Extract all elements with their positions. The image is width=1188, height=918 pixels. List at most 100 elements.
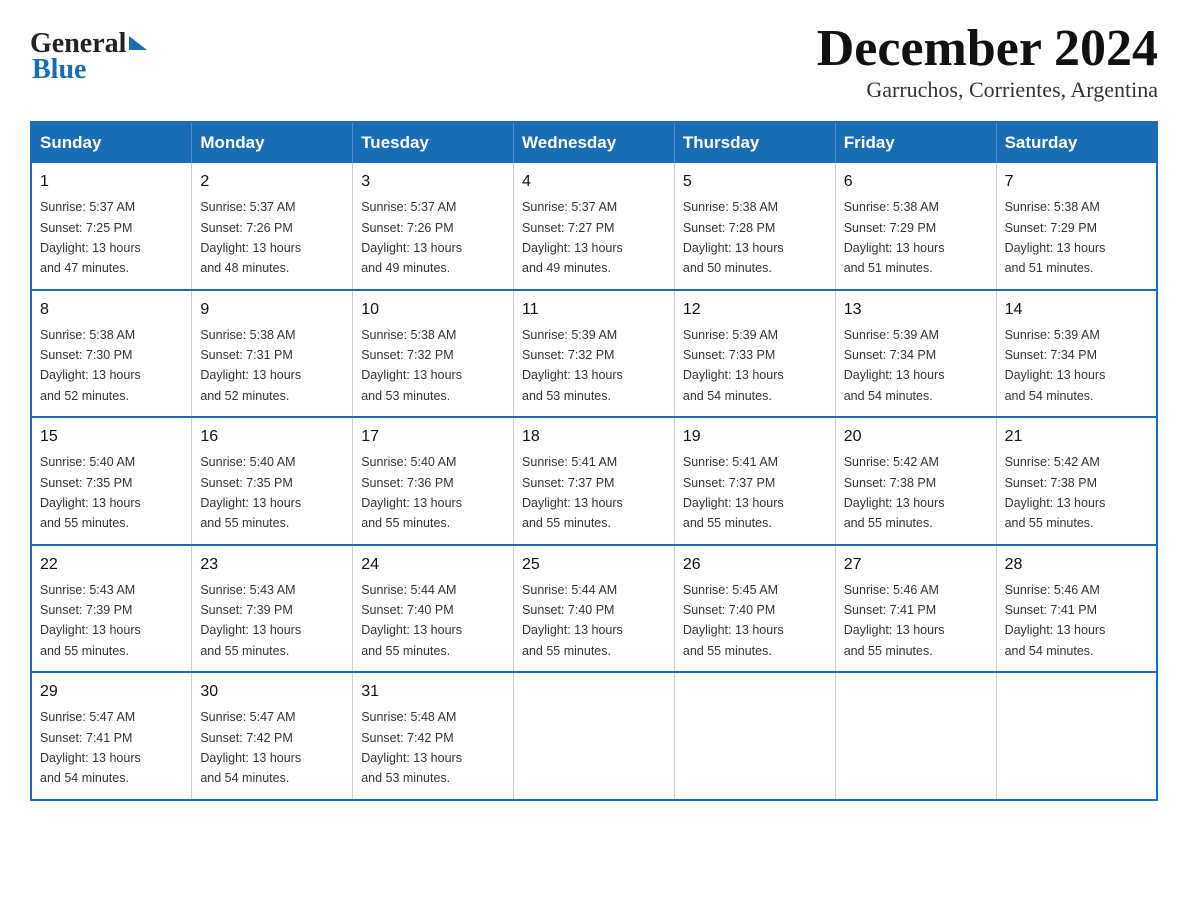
calendar-cell: 4 Sunrise: 5:37 AMSunset: 7:27 PMDaylight…: [514, 163, 675, 290]
calendar-cell: 17 Sunrise: 5:40 AMSunset: 7:36 PMDayligh…: [353, 417, 514, 545]
day-header-saturday: Saturday: [996, 122, 1157, 163]
day-info: Sunrise: 5:39 AMSunset: 7:34 PMDaylight:…: [1005, 328, 1106, 403]
day-number: 20: [844, 425, 988, 449]
day-info: Sunrise: 5:46 AMSunset: 7:41 PMDaylight:…: [844, 583, 945, 658]
calendar-cell: 15 Sunrise: 5:40 AMSunset: 7:35 PMDayligh…: [31, 417, 192, 545]
day-number: 24: [361, 553, 505, 577]
day-number: 18: [522, 425, 666, 449]
day-number: 31: [361, 680, 505, 704]
logo: General Blue: [30, 28, 147, 86]
day-info: Sunrise: 5:43 AMSunset: 7:39 PMDaylight:…: [200, 583, 301, 658]
calendar-cell: 12 Sunrise: 5:39 AMSunset: 7:33 PMDayligh…: [674, 290, 835, 418]
day-number: 16: [200, 425, 344, 449]
calendar-cell: 22 Sunrise: 5:43 AMSunset: 7:39 PMDayligh…: [31, 545, 192, 673]
calendar-cell: 3 Sunrise: 5:37 AMSunset: 7:26 PMDaylight…: [353, 163, 514, 290]
calendar-cell: 10 Sunrise: 5:38 AMSunset: 7:32 PMDayligh…: [353, 290, 514, 418]
location-subtitle: Garruchos, Corrientes, Argentina: [817, 77, 1158, 103]
page-header: General Blue December 2024 Garruchos, Co…: [30, 20, 1158, 103]
calendar-cell: 21Sunrise: 5:42 AMSunset: 7:38 PMDayligh…: [996, 417, 1157, 545]
calendar-cell: [674, 672, 835, 800]
calendar-cell: 29Sunrise: 5:47 AMSunset: 7:41 PMDayligh…: [31, 672, 192, 800]
day-number: 27: [844, 553, 988, 577]
day-header-tuesday: Tuesday: [353, 122, 514, 163]
calendar-cell: 11 Sunrise: 5:39 AMSunset: 7:32 PMDayligh…: [514, 290, 675, 418]
calendar-table: SundayMondayTuesdayWednesdayThursdayFrid…: [30, 121, 1158, 801]
day-number: 3: [361, 170, 505, 194]
day-info: Sunrise: 5:38 AMSunset: 7:30 PMDaylight:…: [40, 328, 141, 403]
day-number: 12: [683, 298, 827, 322]
day-info: Sunrise: 5:39 AMSunset: 7:34 PMDaylight:…: [844, 328, 945, 403]
day-info: Sunrise: 5:37 AMSunset: 7:26 PMDaylight:…: [361, 200, 462, 275]
day-info: Sunrise: 5:42 AMSunset: 7:38 PMDaylight:…: [1005, 455, 1106, 530]
calendar-week-row: 1 Sunrise: 5:37 AMSunset: 7:25 PMDaylight…: [31, 163, 1157, 290]
day-number: 22: [40, 553, 183, 577]
day-number: 15: [40, 425, 183, 449]
calendar-cell: 24 Sunrise: 5:44 AMSunset: 7:40 PMDayligh…: [353, 545, 514, 673]
calendar-cell: 14 Sunrise: 5:39 AMSunset: 7:34 PMDayligh…: [996, 290, 1157, 418]
calendar-cell: 20 Sunrise: 5:42 AMSunset: 7:38 PMDayligh…: [835, 417, 996, 545]
day-info: Sunrise: 5:48 AMSunset: 7:42 PMDaylight:…: [361, 710, 462, 785]
day-number: 14: [1005, 298, 1148, 322]
day-info: Sunrise: 5:40 AMSunset: 7:35 PMDaylight:…: [40, 455, 141, 530]
day-number: 4: [522, 170, 666, 194]
calendar-cell: 5 Sunrise: 5:38 AMSunset: 7:28 PMDaylight…: [674, 163, 835, 290]
day-number: 6: [844, 170, 988, 194]
calendar-cell: 8 Sunrise: 5:38 AMSunset: 7:30 PMDaylight…: [31, 290, 192, 418]
calendar-cell: 19 Sunrise: 5:41 AMSunset: 7:37 PMDayligh…: [674, 417, 835, 545]
day-number: 1: [40, 170, 183, 194]
day-number: 2: [200, 170, 344, 194]
calendar-cell: 6 Sunrise: 5:38 AMSunset: 7:29 PMDaylight…: [835, 163, 996, 290]
day-info: Sunrise: 5:38 AMSunset: 7:29 PMDaylight:…: [1005, 200, 1106, 275]
day-info: Sunrise: 5:40 AMSunset: 7:36 PMDaylight:…: [361, 455, 462, 530]
calendar-cell: 13Sunrise: 5:39 AMSunset: 7:34 PMDayligh…: [835, 290, 996, 418]
day-number: 29: [40, 680, 183, 704]
day-info: Sunrise: 5:38 AMSunset: 7:29 PMDaylight:…: [844, 200, 945, 275]
month-title: December 2024: [817, 20, 1158, 77]
day-info: Sunrise: 5:38 AMSunset: 7:28 PMDaylight:…: [683, 200, 784, 275]
calendar-cell: 28Sunrise: 5:46 AMSunset: 7:41 PMDayligh…: [996, 545, 1157, 673]
day-number: 11: [522, 298, 666, 322]
calendar-cell: 27 Sunrise: 5:46 AMSunset: 7:41 PMDayligh…: [835, 545, 996, 673]
day-number: 10: [361, 298, 505, 322]
calendar-cell: 2 Sunrise: 5:37 AMSunset: 7:26 PMDaylight…: [192, 163, 353, 290]
calendar-week-row: 15 Sunrise: 5:40 AMSunset: 7:35 PMDayligh…: [31, 417, 1157, 545]
calendar-cell: 18 Sunrise: 5:41 AMSunset: 7:37 PMDayligh…: [514, 417, 675, 545]
day-info: Sunrise: 5:40 AMSunset: 7:35 PMDaylight:…: [200, 455, 301, 530]
calendar-cell: 1 Sunrise: 5:37 AMSunset: 7:25 PMDaylight…: [31, 163, 192, 290]
day-header-friday: Friday: [835, 122, 996, 163]
calendar-cell: 25 Sunrise: 5:44 AMSunset: 7:40 PMDayligh…: [514, 545, 675, 673]
day-number: 8: [40, 298, 183, 322]
day-number: 17: [361, 425, 505, 449]
day-number: 30: [200, 680, 344, 704]
day-info: Sunrise: 5:41 AMSunset: 7:37 PMDaylight:…: [683, 455, 784, 530]
day-info: Sunrise: 5:37 AMSunset: 7:26 PMDaylight:…: [200, 200, 301, 275]
calendar-week-row: 8 Sunrise: 5:38 AMSunset: 7:30 PMDaylight…: [31, 290, 1157, 418]
day-info: Sunrise: 5:41 AMSunset: 7:37 PMDaylight:…: [522, 455, 623, 530]
day-info: Sunrise: 5:42 AMSunset: 7:38 PMDaylight:…: [844, 455, 945, 530]
calendar-cell: 16 Sunrise: 5:40 AMSunset: 7:35 PMDayligh…: [192, 417, 353, 545]
day-number: 5: [683, 170, 827, 194]
day-number: 7: [1005, 170, 1148, 194]
day-info: Sunrise: 5:38 AMSunset: 7:31 PMDaylight:…: [200, 328, 301, 403]
calendar-cell: 26Sunrise: 5:45 AMSunset: 7:40 PMDayligh…: [674, 545, 835, 673]
day-info: Sunrise: 5:44 AMSunset: 7:40 PMDaylight:…: [361, 583, 462, 658]
day-number: 23: [200, 553, 344, 577]
calendar-cell: 31 Sunrise: 5:48 AMSunset: 7:42 PMDayligh…: [353, 672, 514, 800]
calendar-cell: 23 Sunrise: 5:43 AMSunset: 7:39 PMDayligh…: [192, 545, 353, 673]
calendar-week-row: 29Sunrise: 5:47 AMSunset: 7:41 PMDayligh…: [31, 672, 1157, 800]
day-info: Sunrise: 5:37 AMSunset: 7:25 PMDaylight:…: [40, 200, 141, 275]
day-number: 26: [683, 553, 827, 577]
day-header-sunday: Sunday: [31, 122, 192, 163]
day-number: 25: [522, 553, 666, 577]
day-number: 9: [200, 298, 344, 322]
day-number: 19: [683, 425, 827, 449]
day-info: Sunrise: 5:39 AMSunset: 7:32 PMDaylight:…: [522, 328, 623, 403]
calendar-cell: [996, 672, 1157, 800]
day-info: Sunrise: 5:39 AMSunset: 7:33 PMDaylight:…: [683, 328, 784, 403]
day-info: Sunrise: 5:37 AMSunset: 7:27 PMDaylight:…: [522, 200, 623, 275]
day-info: Sunrise: 5:38 AMSunset: 7:32 PMDaylight:…: [361, 328, 462, 403]
day-info: Sunrise: 5:43 AMSunset: 7:39 PMDaylight:…: [40, 583, 141, 658]
day-info: Sunrise: 5:44 AMSunset: 7:40 PMDaylight:…: [522, 583, 623, 658]
day-info: Sunrise: 5:46 AMSunset: 7:41 PMDaylight:…: [1005, 583, 1106, 658]
title-block: December 2024 Garruchos, Corrientes, Arg…: [817, 20, 1158, 103]
